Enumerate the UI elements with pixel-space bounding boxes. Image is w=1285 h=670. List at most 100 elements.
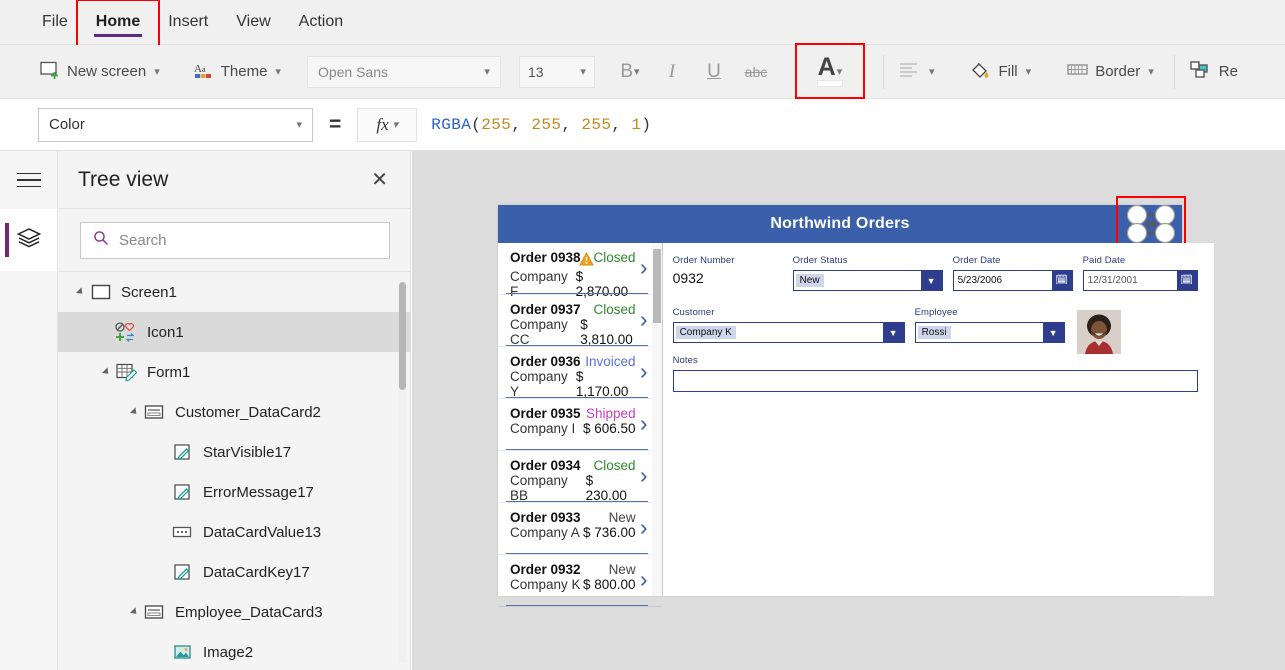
calendar-icon[interactable]: 🗓 [1177, 271, 1197, 290]
avatar [1077, 310, 1121, 354]
chevron-right-icon[interactable]: › [640, 308, 648, 331]
tree-node-label: DataCardKey17 [203, 564, 310, 581]
gallery-item[interactable]: Order 0936 Invoiced Company Y $ 1,170.00… [498, 347, 662, 399]
order-id: Order 0932 [510, 562, 581, 577]
font-color-label: A [818, 56, 836, 78]
formula-arg-2: 255 [581, 116, 611, 134]
tree-node-employee-datacard3[interactable]: Employee_DataCard3 [58, 592, 410, 632]
ribbon-toolbar: New screen ▾ A a Theme ▾ Open Sans ▾ 13 … [0, 45, 1285, 99]
font-size-select[interactable]: 13 ▾ [519, 56, 595, 88]
order-company: Company CC [510, 317, 580, 347]
order-number-field: Order Number 0932 [673, 255, 793, 291]
order-date-input[interactable]: 5/23/2006 🗓 [953, 270, 1073, 291]
order-id: Order 0938 [510, 250, 594, 269]
order-status-value: New [796, 274, 824, 287]
bold-label: B [620, 61, 633, 83]
border-button[interactable]: Border ▾ [1057, 51, 1164, 93]
ribbon-divider [883, 55, 884, 89]
tree-node-label: StarVisible17 [203, 444, 291, 461]
tree-node-screen1[interactable]: Screen1 [58, 272, 410, 312]
chevron-down-icon: ▾ [929, 65, 935, 78]
theme-button[interactable]: A a Theme ▾ [184, 51, 291, 93]
chevron-right-icon[interactable]: › [640, 412, 648, 435]
order-status: New [609, 562, 636, 577]
font-color-button[interactable]: A ▾ [795, 48, 865, 96]
twisty-icon[interactable] [126, 408, 142, 416]
fill-button[interactable]: Fill ▾ [960, 51, 1041, 93]
tree-view-list: Screen1 Icon1 [58, 272, 410, 670]
gallery-item[interactable]: Order 0937 Closed Company CC $ 3,810.00 … [498, 295, 662, 347]
menu-item-file[interactable]: File [28, 9, 82, 35]
italic-button[interactable]: I [651, 52, 693, 92]
calendar-icon[interactable]: 🗓 [1052, 271, 1072, 290]
order-status-dropdown[interactable]: New ▼ [793, 270, 943, 291]
tree-node-datacardvalue13[interactable]: DataCardValue13 [58, 512, 410, 552]
font-name-select[interactable]: Open Sans ▾ [307, 56, 501, 88]
tree-node-starvisible17[interactable]: StarVisible17 [58, 432, 410, 472]
employee-dropdown[interactable]: Rossi ▼ [915, 322, 1065, 343]
rail-item-tree-view[interactable] [0, 209, 57, 271]
strikethrough-label: abc [745, 64, 768, 80]
label-edit-icon [170, 443, 196, 461]
close-icon[interactable]: ✕ [371, 170, 388, 190]
underline-label: U [707, 61, 721, 83]
chevron-right-icon[interactable]: › [640, 516, 648, 539]
customer-dropdown[interactable]: Company K ▼ [673, 322, 905, 343]
tree-view-search-wrap: Search [58, 209, 410, 272]
notes-input[interactable] [673, 370, 1198, 392]
chevron-right-icon[interactable]: › [640, 568, 648, 591]
gallery-item[interactable]: Order 0932 New Company K $ 800.00 › [498, 555, 662, 607]
tree-node-image2[interactable]: Image2 [58, 632, 410, 670]
order-id: Order 0935 [510, 406, 581, 421]
gallery-scrollbar[interactable] [652, 243, 662, 596]
tree-node-datacardkey17[interactable]: DataCardKey17 [58, 552, 410, 592]
orders-gallery: Order 0938 Closed Company F $ 2,870.00 ›… [498, 243, 663, 596]
search-input[interactable]: Search [80, 222, 390, 259]
align-button[interactable]: ▾ [889, 51, 945, 93]
order-status: Closed [594, 302, 636, 317]
svg-text:A: A [194, 63, 202, 75]
formula-input[interactable]: RGBA(255, 255, 255, 1) [417, 108, 1285, 142]
gallery-item[interactable]: Order 0934 Closed Company BB $ 230.00 › [498, 451, 662, 503]
menu-item-home[interactable]: Home [82, 9, 154, 35]
paid-date-input[interactable]: 12/31/2001 🗓 [1083, 270, 1198, 291]
bold-button[interactable]: B ▾ [609, 52, 651, 92]
hamburger-menu-button[interactable] [0, 151, 57, 209]
theme-icon: A a [194, 61, 214, 83]
chevron-down-icon: ▾ [296, 118, 302, 131]
twisty-icon[interactable] [126, 608, 142, 616]
reorder-button[interactable]: Re [1180, 51, 1248, 93]
menu-item-insert[interactable]: Insert [154, 9, 222, 35]
employee-field: Employee Rossi ▼ [915, 307, 1065, 343]
menu-item-view[interactable]: View [222, 9, 284, 35]
fx-button[interactable]: fx ▾ [357, 108, 417, 142]
order-id: Order 0937 [510, 302, 581, 317]
paid-date-label: Paid Date [1083, 255, 1198, 266]
menu-item-action[interactable]: Action [285, 9, 357, 35]
tree-node-form1[interactable]: Form1 [58, 352, 410, 392]
chevron-right-icon[interactable]: › [640, 360, 648, 383]
underline-button[interactable]: U [693, 52, 735, 92]
tree-node-customer-datacard2[interactable]: Customer_DataCard2 [58, 392, 410, 432]
employee-photo-wrap [1077, 310, 1121, 356]
twisty-icon[interactable] [72, 288, 88, 296]
chevron-right-icon[interactable]: › [640, 464, 648, 487]
tree-view-scrollbar[interactable] [399, 282, 406, 662]
tree-node-icon1[interactable]: Icon1 [58, 312, 410, 352]
tree-node-errormessage17[interactable]: ErrorMessage17 [58, 472, 410, 512]
strikethrough-button[interactable]: abc [735, 52, 777, 92]
twisty-icon[interactable] [98, 368, 114, 376]
new-screen-button[interactable]: New screen ▾ [30, 51, 170, 93]
tree-view-scroll-thumb[interactable] [399, 282, 406, 390]
chevron-right-icon[interactable]: › [640, 256, 648, 279]
chevron-down-icon[interactable]: ▼ [1043, 323, 1064, 342]
chevron-down-icon[interactable]: ▼ [883, 323, 904, 342]
gallery-item[interactable]: Order 0938 Closed Company F $ 2,870.00 › [498, 243, 662, 295]
chevron-down-icon[interactable]: ▼ [921, 271, 942, 290]
gallery-item[interactable]: Order 0933 New Company A $ 736.00 › [498, 503, 662, 555]
gallery-item[interactable]: Order 0935 Shipped Company I $ 606.50 › [498, 399, 662, 451]
app-title-bar: Northwind Orders [498, 205, 1182, 243]
property-select[interactable]: Color ▾ [38, 108, 313, 142]
chevron-down-icon: ▾ [275, 65, 281, 78]
gallery-scroll-thumb[interactable] [653, 249, 661, 323]
